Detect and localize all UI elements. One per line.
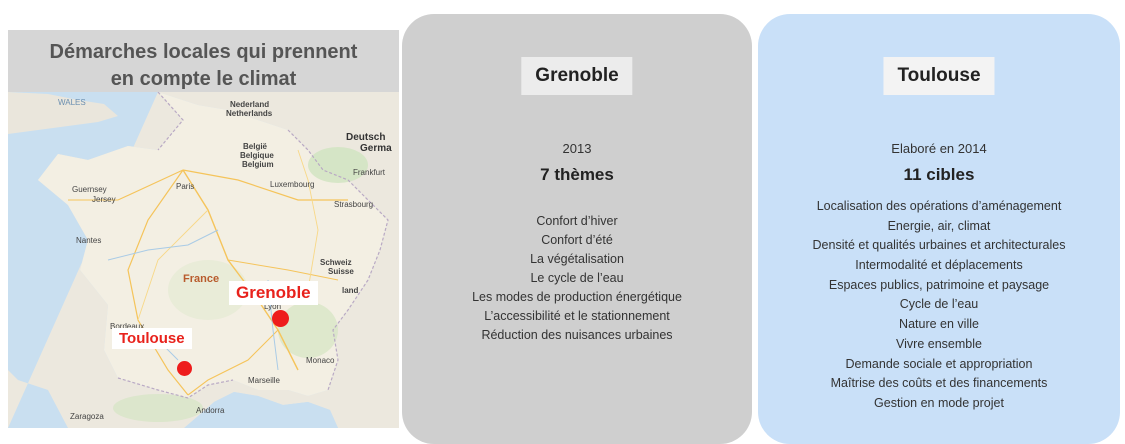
list-item: Vivre ensemble bbox=[896, 336, 982, 351]
toulouse-card: Toulouse Elaboré en 2014 11 cibles Local… bbox=[758, 14, 1120, 444]
map-label-strasbourg: Strasbourg bbox=[334, 200, 374, 209]
list-item: Les modes de production énergétique bbox=[472, 290, 682, 304]
map-label-andorra: Andorra bbox=[196, 406, 225, 415]
list-item: Réduction des nuisances urbaines bbox=[481, 328, 673, 342]
map-label-luxembourg: Luxembourg bbox=[270, 180, 315, 189]
city-marker-grenoble[interactable] bbox=[272, 310, 289, 327]
list-item: Confort d’hiver bbox=[536, 214, 618, 228]
list-item: Nature en ville bbox=[899, 317, 979, 332]
list-item: Le cycle de l’eau bbox=[530, 271, 624, 285]
map-title-line1: Démarches locales qui prennent bbox=[49, 41, 358, 63]
grenoble-card: Grenoble 2013 7 thèmes Confort d’hiver C… bbox=[402, 14, 752, 444]
list-item: Energie, air, climat bbox=[887, 218, 991, 233]
list-item: La végétalisation bbox=[530, 252, 624, 266]
map-label-zaragoza: Zaragoza bbox=[70, 412, 104, 421]
grenoble-year: 2013 bbox=[562, 141, 592, 156]
toulouse-count: 11 cibles bbox=[903, 165, 975, 184]
map-label-frankfurt: Frankfurt bbox=[353, 168, 386, 177]
city-marker-toulouse[interactable] bbox=[177, 361, 192, 376]
grenoble-count: 7 thèmes bbox=[540, 165, 614, 184]
map-label-belgium: Belgium bbox=[242, 160, 274, 169]
city-label-grenoble[interactable]: Grenoble bbox=[229, 281, 318, 305]
list-item: Demande sociale et appropriation bbox=[845, 356, 1033, 371]
grenoble-themes-list: Confort d’hiver Confort d’été La végétal… bbox=[402, 212, 752, 345]
map-label-marseille: Marseille bbox=[248, 376, 281, 385]
map-label-netherlands: Netherlands bbox=[226, 109, 273, 118]
map-label-land: land bbox=[342, 286, 359, 295]
map-title: Démarches locales qui prennent en compte… bbox=[8, 30, 399, 92]
toulouse-title: Toulouse bbox=[883, 57, 995, 95]
map-label-guernsey: Guernsey bbox=[72, 185, 107, 194]
map-label-jersey: Jersey bbox=[92, 195, 116, 204]
map-label-germa: Germa bbox=[360, 143, 392, 154]
map-label-monaco: Monaco bbox=[306, 356, 335, 365]
map-label-suisse: Suisse bbox=[328, 267, 354, 276]
list-item: Maîtrise des coûts et des financements bbox=[830, 376, 1048, 391]
list-item: Intermodalité et déplacements bbox=[855, 258, 1023, 273]
map-label-belgique: Belgique bbox=[240, 151, 274, 160]
list-item: Gestion en mode projet bbox=[874, 395, 1004, 410]
map-label-france: France bbox=[183, 273, 220, 285]
city-label-toulouse[interactable]: Toulouse bbox=[112, 328, 192, 349]
map-label-paris: Paris bbox=[176, 182, 195, 191]
map-label-wales: WALES bbox=[58, 98, 86, 107]
grenoble-title: Grenoble bbox=[521, 57, 633, 95]
map-label-schweiz: Schweiz bbox=[320, 258, 352, 267]
map-label-nederland: Nederland bbox=[230, 100, 270, 109]
list-item: Confort d’été bbox=[541, 233, 613, 247]
map-title-line2: en compte le climat bbox=[110, 68, 297, 90]
list-item: Densité et qualités urbaines et architec… bbox=[812, 238, 1066, 253]
list-item: Localisation des opérations d’aménagemen… bbox=[816, 199, 1062, 213]
map-label-belgie: België bbox=[243, 142, 268, 151]
list-item: L’accessibilité et le stationnement bbox=[484, 309, 670, 323]
toulouse-year: Elaboré en 2014 bbox=[891, 141, 987, 156]
list-item: Cycle de l’eau bbox=[899, 297, 979, 312]
map-label-nantes: Nantes bbox=[76, 236, 102, 245]
toulouse-targets-list: Localisation des opérations d’aménagemen… bbox=[758, 197, 1120, 414]
list-item: Espaces publics, patrimoine et paysage bbox=[828, 277, 1050, 292]
map-label-deutsch: Deutsch bbox=[346, 132, 386, 143]
